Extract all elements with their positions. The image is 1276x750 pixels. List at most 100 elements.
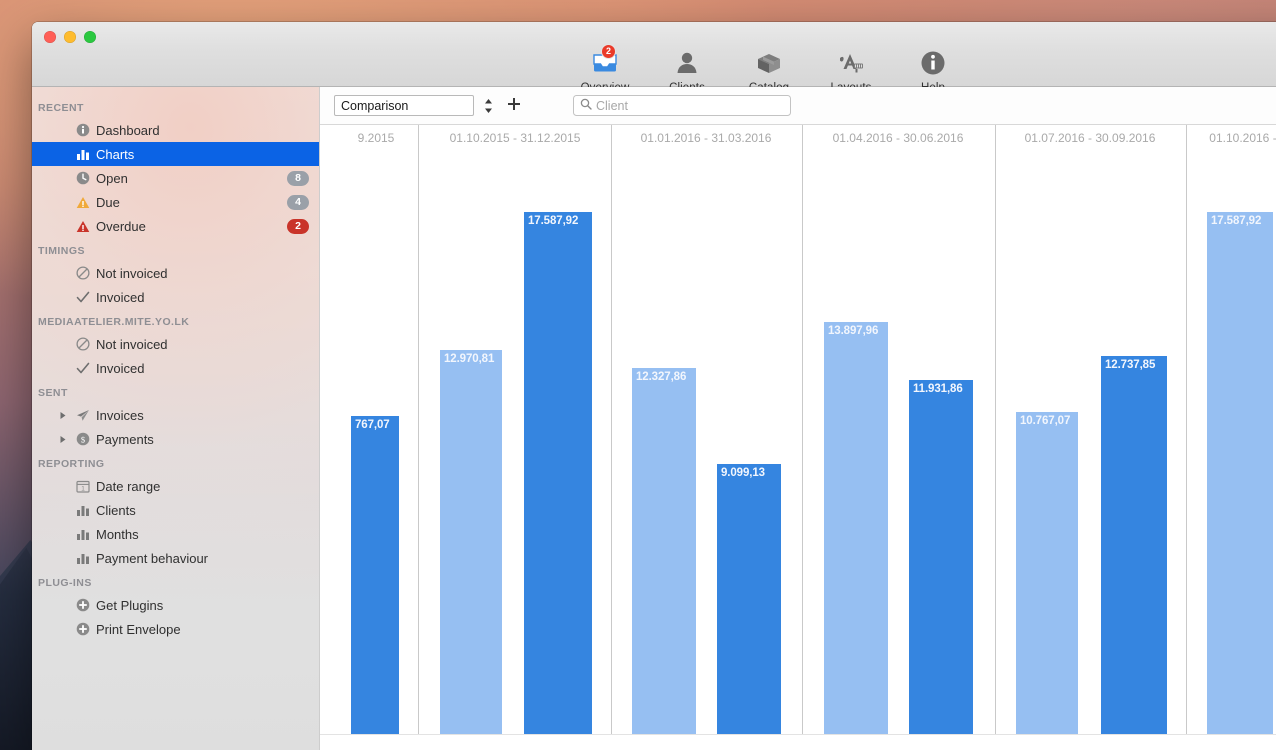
column-divider [802,125,803,750]
sidebar-section-header: RECENT [32,95,319,118]
sidebar-item-dashboard[interactable]: Dashboard [32,118,319,142]
bar-chart-icon [72,552,94,565]
info-circle-icon [920,48,946,78]
chart-bar[interactable]: 9.099,13 [717,464,781,734]
clock-icon [72,171,94,185]
sidebar-empty-space [32,644,319,750]
plus-icon[interactable] [507,97,521,114]
person-icon [675,48,699,78]
sidebar-item-charts[interactable]: Charts [32,142,319,166]
period-header-row: 9.201501.10.2015 - 31.12.201501.01.2016 … [320,125,1276,151]
period-column-header: 01.10.2016 - 31. [1143,125,1276,151]
column-divider [995,125,996,750]
filter-toolbar: Comparison [320,87,1276,125]
window-body: RECENTDashboardChartsOpen8Due4Overdue2TI… [32,87,1276,750]
sidebar-item-date-range[interactable]: 1 Date range [32,474,319,498]
bar-value-label: 17.587,92 [528,215,578,227]
window-titlebar: 2 Overview Clients [32,22,1276,87]
box-icon [755,48,783,78]
overview-badge: 2 [601,44,616,59]
sidebar-item-label: Get Plugins [96,598,309,613]
svg-text:1: 1 [81,485,85,492]
sidebar-item-not-invoiced[interactable]: Not invoiced [32,332,319,356]
chart-bar[interactable]: 767,07 [351,416,399,734]
sidebar-item-overdue[interactable]: Overdue2 [32,214,319,238]
bar-value-label: 767,07 [355,419,390,431]
app-window: 2 Overview Clients [32,22,1276,750]
sidebar-item-open[interactable]: Open8 [32,166,319,190]
sidebar-item-label: Dashboard [96,123,309,138]
chart-bar[interactable]: 12.970,81 [440,350,502,734]
sidebar-item-label: Invoiced [96,361,309,376]
sidebar-item-label: Payment behaviour [96,551,309,566]
close-button[interactable] [44,31,56,43]
sidebar-section-header: REPORTING [32,451,319,474]
plus-circle-icon [72,622,94,636]
svg-text:$: $ [81,435,85,444]
sidebar-item-clients[interactable]: Clients [32,498,319,522]
sidebar-item-label: Overdue [96,219,287,234]
chart-bar[interactable]: 10.767,07 [1016,412,1078,734]
chart-bar[interactable]: 11.931,86 [909,380,973,734]
minimize-button[interactable] [64,31,76,43]
plus-circle-icon [72,598,94,612]
sidebar-item-get-plugins[interactable]: Get Plugins [32,593,319,617]
column-divider [1186,125,1187,750]
preset-select-value: Comparison [341,99,408,113]
calendar-icon: 1 [72,480,94,493]
layout-tools-icon [836,48,866,78]
sidebar-item-label: Open [96,171,287,186]
warning-triangle-icon [72,196,94,209]
column-divider [611,125,612,750]
sidebar-item-count-badge: 8 [287,171,309,186]
sidebar-item-not-invoiced[interactable]: Not invoiced [32,261,319,285]
no-entry-icon [72,337,94,351]
zoom-button[interactable] [84,31,96,43]
chart-bar[interactable]: 13.897,96 [824,322,888,734]
up-down-chevrons-icon[interactable] [481,95,495,117]
disclosure-triangle-icon[interactable] [54,411,72,420]
sidebar-section-header: TIMINGS [32,238,319,261]
sidebar-item-invoiced[interactable]: Invoiced [32,356,319,380]
chart-bar[interactable]: 17.587,92 [524,212,592,734]
disclosure-triangle-icon[interactable] [54,435,72,444]
sidebar-item-count-badge: 4 [287,195,309,210]
sidebar-item-label: Clients [96,503,309,518]
sidebar-item-label: Date range [96,479,309,494]
main-content: Comparison [320,87,1276,750]
sidebar-item-payments[interactable]: $ Payments [32,427,319,451]
chart-bar[interactable]: 12.737,85 [1101,356,1167,734]
preset-select[interactable]: Comparison [334,95,474,116]
sidebar-list: RECENTDashboardChartsOpen8Due4Overdue2TI… [32,95,319,641]
bar-value-label: 12.970,81 [444,353,494,365]
sidebar-item-label: Invoices [96,408,309,423]
sidebar-item-invoices[interactable]: Invoices [32,403,319,427]
sidebar-item-invoiced[interactable]: Invoiced [32,285,319,309]
sidebar-item-months[interactable]: Months [32,522,319,546]
window-controls[interactable] [44,31,96,43]
bar-value-label: 12.327,86 [636,371,686,383]
sidebar-item-label: Not invoiced [96,266,309,281]
bar-value-label: 17.587,92 [1211,215,1261,227]
bar-chart-icon [72,148,94,161]
search-input[interactable] [596,99,784,113]
column-divider [418,125,419,750]
sidebar-item-due[interactable]: Due4 [32,190,319,214]
sidebar-item-payment-behaviour[interactable]: Payment behaviour [32,546,319,570]
client-search-field[interactable] [573,95,791,116]
bar-chart-icon [72,504,94,517]
dollar-circle-icon: $ [72,432,94,446]
chart-bar[interactable]: 17.587,92 [1207,212,1273,734]
sidebar-item-label: Due [96,195,287,210]
sidebar-item-label: Payments [96,432,309,447]
checkmark-icon [72,362,94,375]
sidebar-item-label: Not invoiced [96,337,309,352]
bar-value-label: 9.099,13 [721,467,765,479]
sidebar-section-header: SENT [32,380,319,403]
sidebar-item-print-envelope[interactable]: Print Envelope [32,617,319,641]
alert-triangle-icon [72,220,94,233]
chart-bar[interactable]: 12.327,86 [632,368,696,734]
sidebar-item-label: Print Envelope [96,622,309,637]
bar-value-label: 12.737,85 [1105,359,1155,371]
bar-value-label: 10.767,07 [1020,415,1070,427]
